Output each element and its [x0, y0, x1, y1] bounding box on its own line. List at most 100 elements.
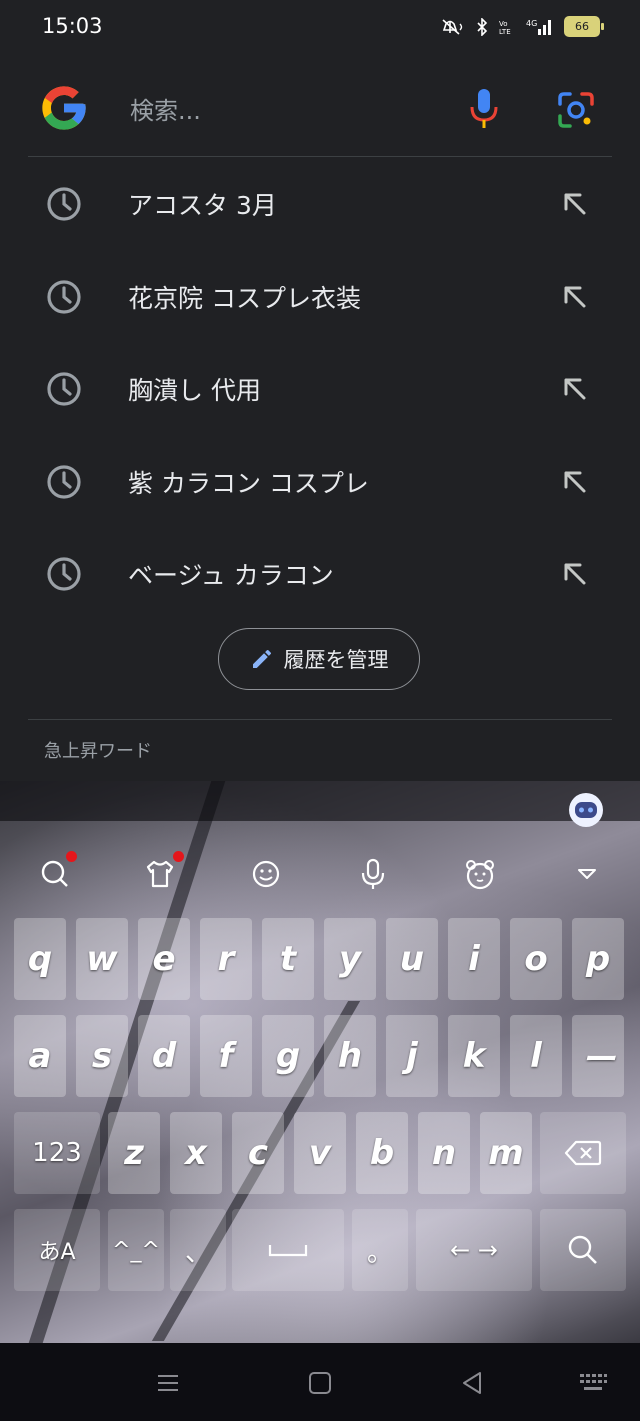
svg-text:Vo: Vo [499, 20, 508, 28]
status-icons: Vo LTE 4G 66 [440, 16, 604, 37]
search-input[interactable] [128, 90, 442, 132]
emoticon-key[interactable]: ^_^ [108, 1209, 164, 1291]
search-icon[interactable] [38, 857, 72, 891]
space-key[interactable] [232, 1209, 344, 1291]
google-logo [42, 86, 86, 130]
clock-icon [47, 280, 81, 314]
key-o[interactable]: o [510, 918, 562, 1000]
divider [28, 719, 612, 720]
key-g[interactable]: g [262, 1015, 314, 1097]
key-y[interactable]: y [324, 918, 376, 1000]
bluetooth-icon [477, 17, 488, 36]
4g-signal-icon: 4G [526, 19, 551, 35]
key-h[interactable]: h [324, 1015, 376, 1097]
key-v[interactable]: v [294, 1112, 346, 1194]
keyboard-switch-icon[interactable] [578, 1369, 608, 1397]
history-item[interactable]: 花京院 コスプレ衣装 [0, 251, 640, 344]
search-enter-key[interactable] [540, 1209, 626, 1291]
lens-icon[interactable] [554, 88, 598, 132]
manage-history-button[interactable]: 履歴を管理 [218, 628, 420, 690]
voice-icon[interactable] [356, 857, 390, 891]
key-k[interactable]: k [448, 1015, 500, 1097]
key-long-vowel[interactable]: ー [572, 1015, 624, 1097]
theme-icon[interactable] [143, 857, 177, 891]
clock-icon [47, 557, 81, 591]
svg-text:4G: 4G [526, 19, 537, 28]
fill-arrow-icon[interactable] [558, 280, 592, 314]
key-q[interactable]: q [14, 918, 66, 1000]
assistant-bot-icon[interactable] [567, 791, 605, 829]
key-m[interactable]: m [480, 1112, 532, 1194]
key-z[interactable]: z [108, 1112, 160, 1194]
pencil-icon [252, 649, 271, 668]
fill-arrow-icon[interactable] [558, 557, 592, 591]
backspace-icon [564, 1140, 602, 1166]
key-u[interactable]: u [386, 918, 438, 1000]
key-p[interactable]: p [572, 918, 624, 1000]
back-icon[interactable] [458, 1369, 486, 1397]
bear-icon[interactable] [463, 857, 497, 891]
trending-header: 急上昇ワード [44, 741, 152, 762]
fill-arrow-icon[interactable] [558, 465, 592, 499]
key-s[interactable]: s [76, 1015, 128, 1097]
search-icon [568, 1235, 597, 1264]
emoji-icon[interactable] [249, 857, 283, 891]
fill-arrow-icon[interactable] [558, 372, 592, 406]
mic-icon[interactable] [464, 86, 504, 132]
backspace-key[interactable] [540, 1112, 626, 1194]
history-item-text: ベージュ カラコン [128, 561, 334, 591]
language-switch-key[interactable]: あA [14, 1209, 100, 1291]
key-j[interactable]: j [386, 1015, 438, 1097]
key-w[interactable]: w [76, 918, 128, 1000]
clock-icon [47, 465, 81, 499]
key-f[interactable]: f [200, 1015, 252, 1097]
svg-text:LTE: LTE [499, 28, 511, 36]
key-r[interactable]: r [200, 918, 252, 1000]
battery-level: 66 [575, 20, 589, 33]
fill-arrow-icon[interactable] [558, 187, 592, 221]
manage-history-label: 履歴を管理 [283, 648, 389, 672]
cursor-arrows-key[interactable]: ← → [416, 1209, 532, 1291]
key-x[interactable]: x [170, 1112, 222, 1194]
history-item[interactable]: ベージュ カラコン [0, 528, 640, 621]
history-item-text: 紫 カラコン コスプレ [128, 468, 369, 498]
notification-dot [173, 851, 184, 862]
status-bar: 15:03 Vo LTE 4G 66 [0, 0, 640, 56]
key-t[interactable]: t [262, 918, 314, 1000]
keyboard: q w e r t y u i o p a s d f g h j k l ー … [0, 781, 640, 1343]
search-bar [0, 64, 640, 154]
background-photo-detail [0, 781, 640, 821]
key-c[interactable]: c [232, 1112, 284, 1194]
history-item-text: 胸潰し 代用 [128, 376, 261, 406]
key-n[interactable]: n [418, 1112, 470, 1194]
mute-icon [442, 18, 463, 35]
volte-icon: VoLTE [499, 20, 511, 36]
key-e[interactable]: e [138, 918, 190, 1000]
divider [28, 156, 612, 157]
search-history-list: アコスタ 3月 花京院 コスプレ衣装 胸潰し 代用 紫 カラコン コスプレ ベー… [0, 158, 640, 621]
navigation-bar [0, 1343, 640, 1421]
history-item-text: 花京院 コスプレ衣装 [128, 283, 361, 313]
history-item[interactable]: 紫 カラコン コスプレ [0, 436, 640, 529]
key-l[interactable]: l [510, 1015, 562, 1097]
home-icon[interactable] [306, 1369, 334, 1397]
recents-icon[interactable] [154, 1369, 182, 1397]
history-item-text: アコスタ 3月 [128, 191, 277, 221]
space-icon [268, 1245, 308, 1257]
numbers-key[interactable]: 123 [14, 1112, 100, 1194]
clock-icon [47, 187, 81, 221]
notification-dot [66, 851, 77, 862]
status-time: 15:03 [42, 14, 103, 38]
key-a[interactable]: a [14, 1015, 66, 1097]
comma-key[interactable]: 、 [170, 1209, 226, 1291]
battery-icon: 66 [564, 16, 604, 37]
key-d[interactable]: d [138, 1015, 190, 1097]
clock-icon [47, 372, 81, 406]
history-item[interactable]: 胸潰し 代用 [0, 343, 640, 436]
keyboard-toolbar [0, 845, 640, 901]
period-key[interactable]: 。 [352, 1209, 408, 1291]
key-i[interactable]: i [448, 918, 500, 1000]
collapse-icon[interactable] [570, 857, 604, 891]
history-item[interactable]: アコスタ 3月 [0, 158, 640, 251]
key-b[interactable]: b [356, 1112, 408, 1194]
